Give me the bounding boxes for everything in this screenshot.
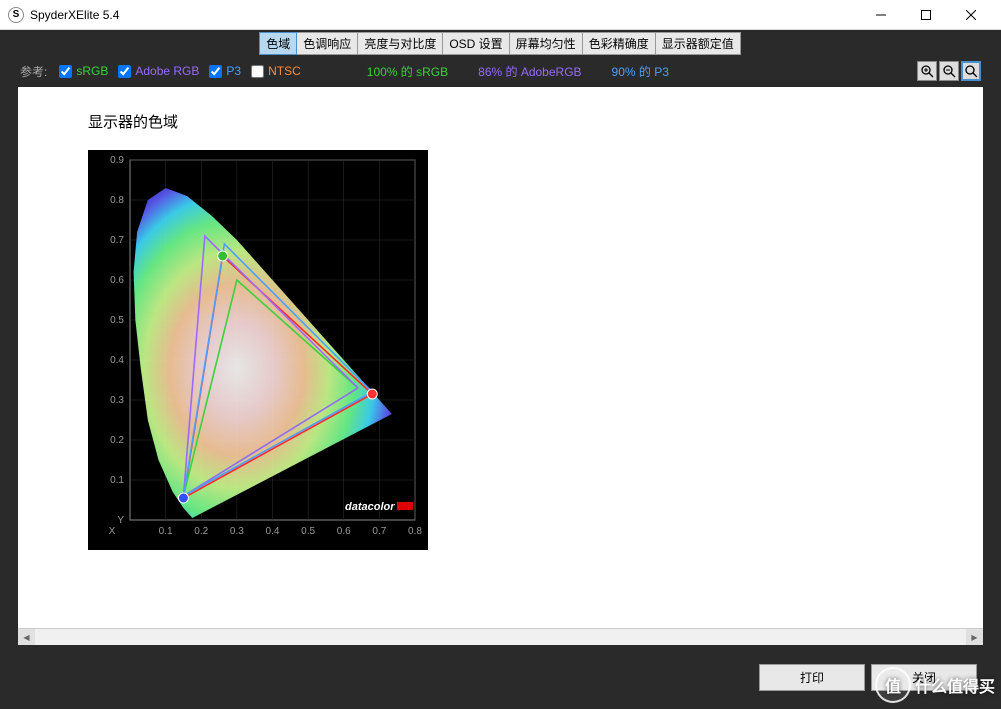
window-title: SpyderXElite 5.4 bbox=[30, 8, 858, 22]
app-body: 色域色调响应亮度与对比度OSD 设置屏幕均匀性色彩精确度显示器额定值 参考: s… bbox=[0, 30, 1001, 709]
tab-2[interactable]: 亮度与对比度 bbox=[357, 32, 443, 55]
zoom-controls bbox=[917, 61, 981, 81]
close-page-button[interactable]: 关闭 bbox=[871, 664, 977, 691]
maximize-button[interactable] bbox=[903, 0, 948, 30]
ref-label-text: P3 bbox=[226, 64, 241, 78]
svg-text:0.6: 0.6 bbox=[337, 526, 351, 537]
svg-text:0.1: 0.1 bbox=[159, 526, 173, 537]
svg-text:0.2: 0.2 bbox=[194, 526, 208, 537]
chart-svg: 0.1 0.2 0.3 0.4 0.5 0.6 0.7 0.8 0.1 0.2 0.3 0.4 0.5 0… bbox=[88, 150, 428, 550]
svg-text:0.3: 0.3 bbox=[110, 395, 124, 406]
ref-label-text: sRGB bbox=[76, 64, 108, 78]
svg-text:0.8: 0.8 bbox=[408, 526, 422, 537]
gamut-chart: 0.1 0.2 0.3 0.4 0.5 0.6 0.7 0.8 0.1 0.2 0.3 0.4 0.5 0… bbox=[88, 150, 428, 550]
svg-text:0.7: 0.7 bbox=[372, 526, 386, 537]
ref-checkbox[interactable] bbox=[118, 65, 131, 78]
scroll-right-arrow[interactable]: ▶ bbox=[966, 629, 983, 645]
tab-5[interactable]: 色彩精确度 bbox=[582, 32, 656, 55]
tab-3[interactable]: OSD 设置 bbox=[442, 32, 509, 55]
zoom-fit-button[interactable] bbox=[961, 61, 981, 81]
ref-result: 90% 的 P3 bbox=[612, 63, 669, 80]
close-button[interactable] bbox=[948, 0, 993, 30]
tabs-row: 色域色调响应亮度与对比度OSD 设置屏幕均匀性色彩精确度显示器额定值 bbox=[0, 30, 1001, 55]
ref-check-p3[interactable]: P3 bbox=[209, 64, 241, 78]
tab-1[interactable]: 色调响应 bbox=[296, 32, 358, 55]
zoom-in-button[interactable] bbox=[917, 61, 937, 81]
ref-check-srgb[interactable]: sRGB bbox=[59, 64, 108, 78]
tab-4[interactable]: 屏幕均匀性 bbox=[509, 32, 583, 55]
minimize-button[interactable] bbox=[858, 0, 903, 30]
reference-results: 100% 的 sRGB 86% 的 AdobeRGB 90% 的 P3 bbox=[367, 63, 669, 80]
reference-checkboxes: sRGB Adobe RGB P3 NTSC bbox=[59, 64, 300, 78]
svg-text:0.6: 0.6 bbox=[110, 275, 124, 286]
svg-text:0.5: 0.5 bbox=[110, 315, 124, 326]
svg-text:0.3: 0.3 bbox=[230, 526, 244, 537]
scroll-left-arrow[interactable]: ◀ bbox=[18, 629, 35, 645]
ref-check-ntsc[interactable]: NTSC bbox=[251, 64, 301, 78]
svg-text:X: X bbox=[109, 526, 116, 537]
svg-text:datacolor: datacolor bbox=[345, 501, 395, 513]
tab-6[interactable]: 显示器额定值 bbox=[655, 32, 741, 55]
svg-text:0.4: 0.4 bbox=[266, 526, 280, 537]
ref-checkbox[interactable] bbox=[251, 65, 264, 78]
ref-result: 86% 的 AdobeRGB bbox=[478, 63, 581, 80]
svg-text:0.2: 0.2 bbox=[110, 435, 124, 446]
reference-bar: 参考: sRGB Adobe RGB P3 NTSC 100% 的 sRGB 86% 的… bbox=[0, 55, 1001, 87]
svg-text:Y: Y bbox=[117, 515, 124, 526]
zoom-out-button[interactable] bbox=[939, 61, 959, 81]
ref-label-text: Adobe RGB bbox=[135, 64, 199, 78]
svg-text:0.7: 0.7 bbox=[110, 235, 124, 246]
svg-text:0.1: 0.1 bbox=[110, 475, 124, 486]
ref-result: 100% 的 sRGB bbox=[367, 63, 448, 80]
svg-text:0.5: 0.5 bbox=[301, 526, 315, 537]
print-button[interactable]: 打印 bbox=[759, 664, 865, 691]
ref-checkbox[interactable] bbox=[59, 65, 72, 78]
titlebar: S SpyderXElite 5.4 bbox=[0, 0, 1001, 30]
svg-text:0.8: 0.8 bbox=[110, 195, 124, 206]
scroll-track[interactable] bbox=[35, 629, 966, 645]
app-icon: S bbox=[8, 7, 24, 23]
ref-checkbox[interactable] bbox=[209, 65, 222, 78]
horizontal-scrollbar[interactable]: ◀ ▶ bbox=[18, 628, 983, 645]
content-area: 显示器的色域 0.1 0.2 0.3 0.4 0.5 0.6 0.7 0.8 0.1 0.2 0.3… bbox=[18, 87, 983, 645]
footer-buttons: 打印 关闭 bbox=[759, 664, 977, 691]
section-title: 显示器的色域 bbox=[88, 111, 913, 132]
ref-label-text: NTSC bbox=[268, 64, 301, 78]
ref-check-adobergb[interactable]: Adobe RGB bbox=[118, 64, 199, 78]
svg-text:0.9: 0.9 bbox=[110, 155, 124, 166]
reference-label: 参考: bbox=[20, 63, 47, 80]
svg-text:0.4: 0.4 bbox=[110, 355, 124, 366]
tab-0[interactable]: 色域 bbox=[259, 32, 297, 55]
